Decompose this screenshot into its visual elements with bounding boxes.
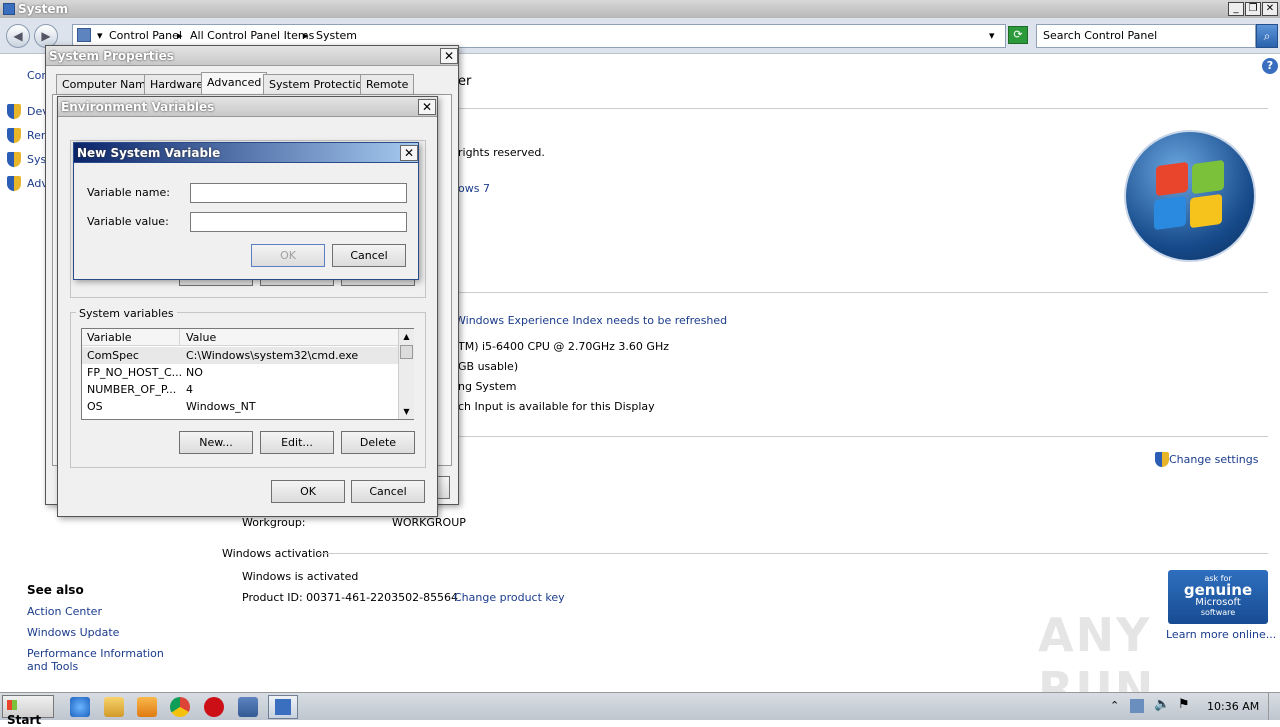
windows-update-link[interactable]: Windows Update (27, 626, 119, 639)
search-input[interactable]: Search Control Panel (1036, 24, 1256, 48)
show-desktop-button[interactable] (1268, 693, 1280, 720)
new-variable-titlebar: New System Variable (74, 143, 418, 163)
system-variables-label: System variables (76, 307, 177, 320)
minimize-button[interactable]: _ (1228, 2, 1244, 16)
delete-variable-button[interactable]: Delete (341, 431, 415, 454)
help-icon[interactable]: ? (1262, 58, 1278, 74)
action-center-flag-icon[interactable]: ⚑ (1178, 697, 1190, 712)
windows-flag-icon (7, 700, 17, 710)
refresh-icon[interactable]: ⟳ (1008, 26, 1028, 44)
list-header: Variable Value (82, 329, 398, 346)
tab-advanced[interactable]: Advanced (201, 72, 268, 94)
edit-variable-button[interactable]: Edit... (260, 431, 334, 454)
activation-status: Windows is activated (242, 570, 359, 583)
new-variable-button[interactable]: New... (179, 431, 253, 454)
breadcrumb-control-panel[interactable]: Control Panel (109, 29, 182, 42)
pen-touch-value: ch Input is available for this Display (458, 400, 655, 413)
variable-name-label: Variable name: (87, 186, 170, 199)
env-cancel-button[interactable]: Cancel (351, 480, 425, 503)
shield-icon (7, 176, 21, 191)
window-title: System (18, 2, 68, 16)
system-variables-list[interactable]: Variable Value ComSpec C:\Windows\system… (81, 328, 414, 420)
shield-icon (7, 152, 21, 167)
system-icon (3, 3, 15, 15)
page-heading: er (458, 74, 472, 89)
show-hidden-icons[interactable]: ⌃ (1110, 699, 1119, 712)
breadcrumb-system[interactable]: System (316, 29, 357, 42)
product-id: Product ID: 00371-461-2203502-85564 (242, 591, 459, 604)
volume-icon[interactable]: 🔈 (1154, 697, 1170, 712)
dialog-title: Environment Variables (61, 100, 215, 114)
chrome-icon[interactable] (170, 697, 190, 717)
scroll-up-icon[interactable]: ▲ (399, 329, 414, 344)
change-product-key-link[interactable]: Change product key (454, 591, 565, 604)
sidebar-item-remote[interactable]: Rer (27, 129, 45, 142)
control-panel-icon (77, 28, 91, 42)
system-window-taskbar-button[interactable] (268, 695, 298, 719)
env-ok-button[interactable]: OK (271, 480, 345, 503)
control-panel-taskbar-icon[interactable] (238, 697, 258, 717)
table-row[interactable]: OS Windows_NT (82, 398, 398, 415)
dialog-title: New System Variable (77, 146, 221, 160)
close-icon[interactable]: ✕ (418, 99, 436, 115)
back-button[interactable]: ◀ (6, 24, 30, 48)
ram-value: GB usable) (458, 360, 519, 373)
env-titlebar: Environment Variables (58, 97, 437, 117)
new-variable-ok-button[interactable]: OK (251, 244, 325, 267)
window-titlebar: System _ ❐ ✕ (0, 0, 1280, 18)
action-center-link[interactable]: Action Center (27, 605, 102, 618)
workgroup-label: Workgroup: (242, 516, 306, 529)
copyright-text: rights reserved. (458, 146, 545, 159)
windows-logo (1124, 130, 1256, 262)
dialog-title: System Properties (49, 49, 174, 63)
scroll-thumb[interactable] (400, 345, 413, 359)
system-icon (275, 699, 291, 715)
shield-icon (7, 104, 21, 119)
shield-icon (7, 128, 21, 143)
search-icon[interactable]: ⌕ (1256, 24, 1278, 48)
media-player-icon[interactable] (137, 697, 157, 717)
network-icon[interactable] (1130, 699, 1144, 713)
tab-hardware[interactable]: Hardware (144, 74, 210, 94)
sidebar-top-link[interactable]: Cor (27, 69, 46, 82)
sidebar-item-system-protection[interactable]: Sys (27, 153, 46, 166)
explorer-folder-icon[interactable] (104, 697, 124, 717)
maximize-button[interactable]: ❐ (1245, 2, 1261, 16)
scroll-down-icon[interactable]: ▼ (399, 404, 414, 419)
table-row[interactable]: ComSpec C:\Windows\system32\cmd.exe (82, 347, 398, 364)
opera-icon[interactable] (204, 697, 224, 717)
rating-link[interactable]: Windows Experience Index needs to be ref… (455, 314, 727, 327)
variable-value-label: Variable value: (87, 215, 169, 228)
tab-system-protection[interactable]: System Protection (263, 74, 376, 94)
clock[interactable]: 10:36 AM (1207, 700, 1259, 713)
taskbar: Start ⌃ 🔈 ⚑ 10:36 AM (0, 692, 1280, 727)
edition-link[interactable]: ows 7 (458, 182, 490, 195)
column-value[interactable]: Value (186, 331, 216, 344)
system-properties-titlebar: System Properties (46, 46, 458, 66)
workgroup-value: WORKGROUP (392, 516, 466, 529)
list-scrollbar[interactable]: ▲ ▼ (398, 329, 414, 419)
table-row[interactable]: NUMBER_OF_P... 4 (82, 381, 398, 398)
change-settings-link[interactable]: Change settings (1169, 453, 1258, 466)
activation-heading: Windows activation (222, 547, 330, 560)
address-dropdown-icon[interactable]: ▾ (989, 29, 995, 42)
performance-link[interactable]: Performance Information and Tools (27, 647, 187, 673)
close-button[interactable]: ✕ (1262, 2, 1278, 16)
column-variable[interactable]: Variable (87, 331, 132, 344)
variable-value-input[interactable] (190, 212, 407, 232)
shield-icon (1155, 452, 1169, 467)
system-type-value: ng System (458, 380, 517, 393)
table-row[interactable]: FP_NO_HOST_C... NO (82, 364, 398, 381)
start-button[interactable]: Start (2, 695, 54, 727)
tab-remote[interactable]: Remote (360, 74, 415, 94)
close-icon[interactable]: ✕ (440, 48, 458, 64)
variable-name-input[interactable] (190, 183, 407, 203)
see-also-heading: See also (27, 583, 84, 597)
internet-explorer-icon[interactable] (70, 697, 90, 717)
processor-value: TM) i5-6400 CPU @ 2.70GHz 3.60 GHz (458, 340, 669, 353)
breadcrumb-all-items[interactable]: All Control Panel Items (190, 29, 314, 42)
new-variable-cancel-button[interactable]: Cancel (332, 244, 406, 267)
close-icon[interactable]: ✕ (400, 145, 418, 161)
